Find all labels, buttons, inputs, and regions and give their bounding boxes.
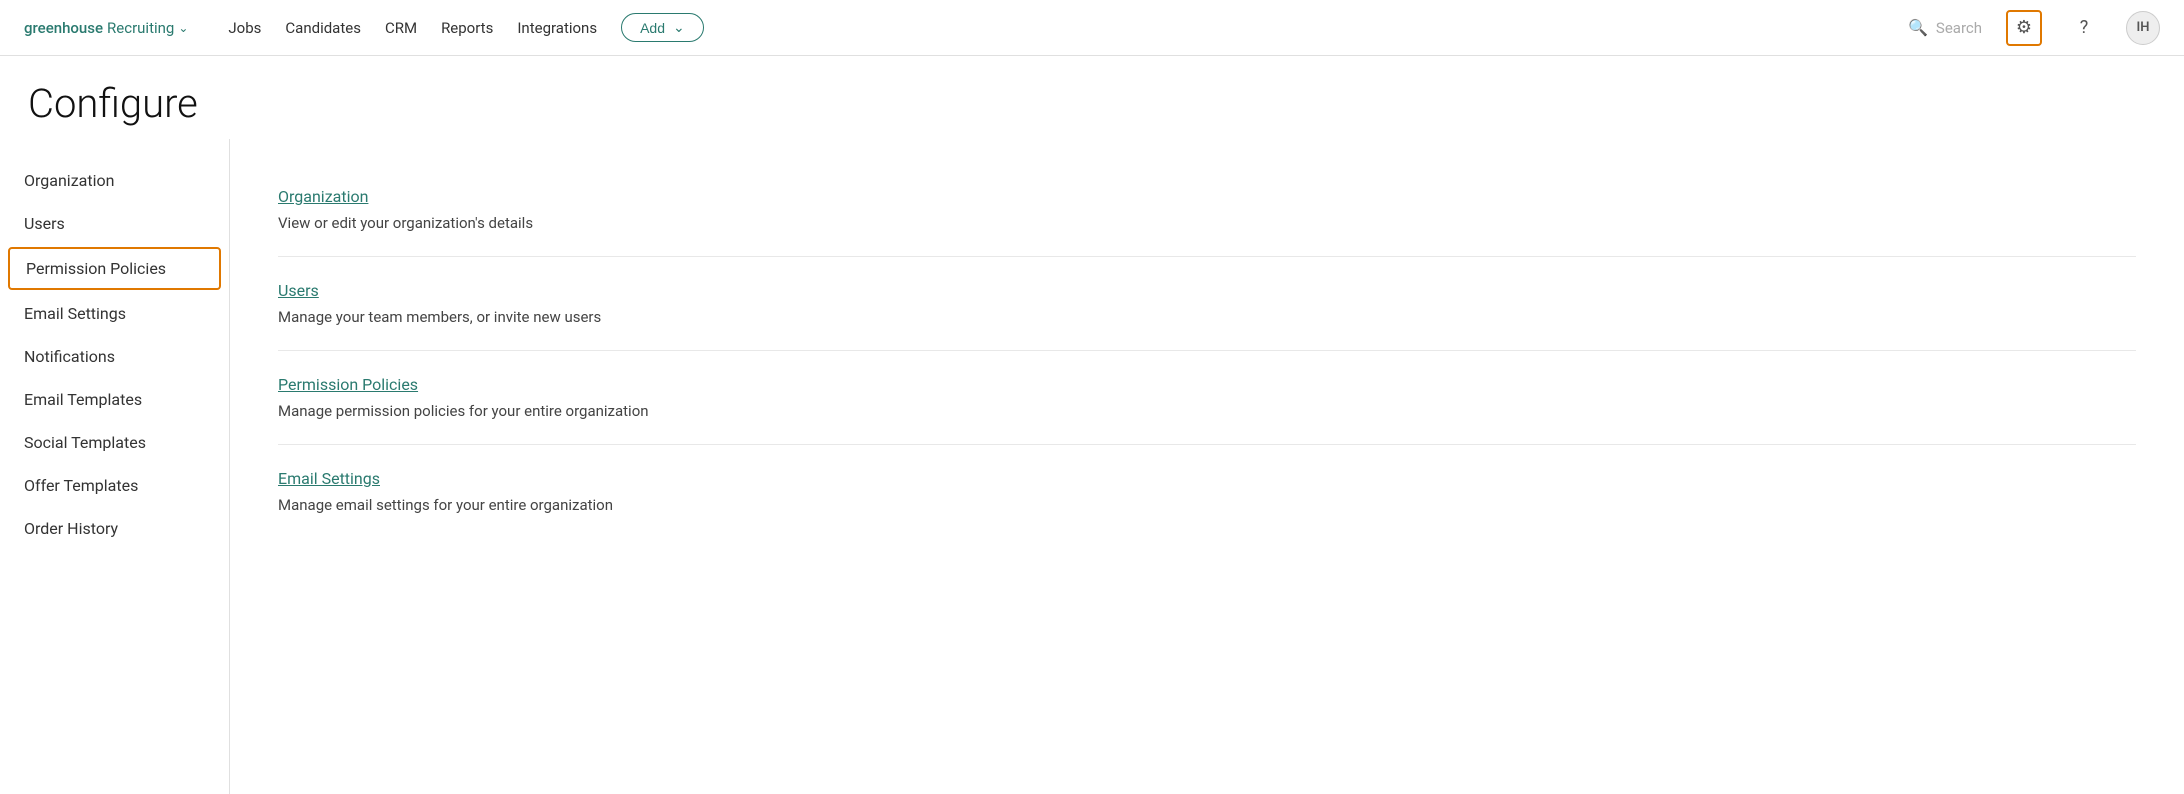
section-link-users[interactable]: Users xyxy=(278,281,319,300)
help-button[interactable]: ? xyxy=(2066,10,2102,46)
nav-item-integrations[interactable]: Integrations xyxy=(517,19,597,37)
logo-recruiting: Recruiting xyxy=(107,19,174,37)
avatar-initials: IH xyxy=(2137,20,2150,35)
sidebar-item-notifications[interactable]: Notifications xyxy=(0,335,229,378)
section-item-1: Users Manage your team members, or invite… xyxy=(278,257,2136,351)
search-icon: 🔍 xyxy=(1908,18,1928,37)
sidebar-item-email-settings[interactable]: Email Settings xyxy=(0,292,229,335)
add-button[interactable]: Add ⌄ xyxy=(621,13,704,42)
section-item-3: Email Settings Manage email settings for … xyxy=(278,445,2136,538)
sidebar-item-offer-templates[interactable]: Offer Templates xyxy=(0,464,229,507)
nav-item-crm[interactable]: CRM xyxy=(385,19,417,37)
sidebar-item-permission-policies[interactable]: Permission Policies xyxy=(8,247,221,290)
logo-greenhouse: greenhouse xyxy=(24,19,103,37)
section-desc-3: Manage email settings for your entire or… xyxy=(278,496,2136,514)
main-nav: Jobs Candidates CRM Reports Integrations xyxy=(228,19,597,37)
logo-chevron-icon[interactable]: ⌄ xyxy=(178,21,188,35)
add-button-label: Add xyxy=(640,20,665,36)
gear-icon: ⚙ xyxy=(2016,17,2032,38)
section-item-0: Organization View or edit your organizati… xyxy=(278,163,2136,257)
sidebar-item-email-templates[interactable]: Email Templates xyxy=(0,378,229,421)
sidebar-item-order-history[interactable]: Order History xyxy=(0,507,229,550)
add-chevron-icon: ⌄ xyxy=(673,19,685,36)
settings-button[interactable]: ⚙ xyxy=(2006,10,2042,46)
section-desc-2: Manage permission policies for your enti… xyxy=(278,402,2136,420)
sidebar: OrganizationUsersPermission PoliciesEmai… xyxy=(0,139,230,794)
sidebar-item-users[interactable]: Users xyxy=(0,202,229,245)
page-title: Configure xyxy=(28,80,2156,127)
top-nav: greenhouse Recruiting ⌄ Jobs Candidates CR… xyxy=(0,0,2184,56)
section-item-2: Permission Policies Manage permission pol… xyxy=(278,351,2136,445)
help-icon: ? xyxy=(2080,17,2089,38)
section-link-email-settings[interactable]: Email Settings xyxy=(278,469,380,488)
nav-item-candidates[interactable]: Candidates xyxy=(285,19,361,37)
section-link-permission-policies[interactable]: Permission Policies xyxy=(278,375,418,394)
search-area[interactable]: 🔍 Search xyxy=(1908,18,1982,37)
section-desc-0: View or edit your organization's details xyxy=(278,214,2136,232)
nav-item-reports[interactable]: Reports xyxy=(441,19,493,37)
content-area: OrganizationUsersPermission PoliciesEmai… xyxy=(0,139,2184,794)
section-link-organization[interactable]: Organization xyxy=(278,187,368,206)
nav-item-jobs[interactable]: Jobs xyxy=(228,19,261,37)
sidebar-item-organization[interactable]: Organization xyxy=(0,159,229,202)
search-placeholder-text: Search xyxy=(1936,19,1982,37)
section-desc-1: Manage your team members, or invite new … xyxy=(278,308,2136,326)
page-header: Configure xyxy=(0,56,2184,139)
logo-area[interactable]: greenhouse Recruiting ⌄ xyxy=(24,19,188,37)
sidebar-item-social-templates[interactable]: Social Templates xyxy=(0,421,229,464)
user-avatar[interactable]: IH xyxy=(2126,11,2160,45)
main-content: Organization View or edit your organizati… xyxy=(230,139,2184,794)
